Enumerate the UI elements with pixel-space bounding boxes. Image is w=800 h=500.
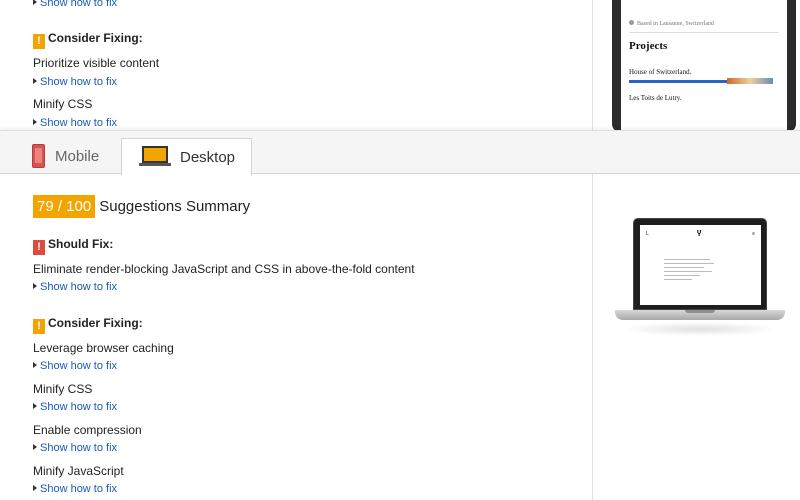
project-thumbnail <box>727 78 773 84</box>
rule-title: Prioritize visible content <box>33 56 160 70</box>
phone-projects-heading: Projects <box>629 40 668 52</box>
consider-fixing-heading: ! Consider Fixing: <box>33 316 143 334</box>
phone-location-text: Based in Lausanne, Switzerland <box>629 20 714 27</box>
laptop-screen: L Ⴤ ≡ <box>640 225 761 305</box>
triangle-right-icon <box>33 0 37 5</box>
tab-desktop-label: Desktop <box>180 149 236 166</box>
phone-project-item: House of Switzerland. <box>629 68 692 76</box>
desktop-suggestions-column: 79 / 100 Suggestions Summary ! Should Fix:… <box>0 174 592 500</box>
site-logo: Ⴤ <box>697 231 702 238</box>
show-how-to-fix-link[interactable]: Show how to fix <box>33 483 117 495</box>
menu-icon: ≡ <box>752 231 755 237</box>
site-nav-glyph: L <box>646 231 649 237</box>
score-badge: 79 / 100 <box>33 195 96 218</box>
location-pin-icon <box>629 20 634 25</box>
tab-desktop[interactable]: Desktop <box>121 138 252 176</box>
suggestions-summary-title: Suggestions Summary <box>99 198 251 215</box>
device-tab-bar: Mobile Desktop <box>0 130 800 176</box>
show-how-to-fix-link[interactable]: Show how to fix <box>33 0 117 9</box>
triangle-right-icon <box>33 119 37 125</box>
score-summary: 79 / 100 Suggestions Summary <box>33 195 250 218</box>
rule-title: Eliminate render-blocking JavaScript and… <box>33 262 415 276</box>
show-how-to-fix-link[interactable]: Show how to fix <box>33 442 117 454</box>
show-how-to-fix-link[interactable]: Show how to fix <box>33 360 117 372</box>
laptop-icon <box>139 146 171 168</box>
tab-mobile-label: Mobile <box>55 148 100 165</box>
error-icon: ! <box>33 240 45 255</box>
triangle-right-icon <box>33 362 37 368</box>
rule-title: Minify CSS <box>33 382 93 396</box>
laptop-lid: L Ⴤ ≡ <box>633 218 767 310</box>
warning-icon: ! <box>33 319 45 334</box>
phone-preview: Based in Lausanne, Switzerland Projects … <box>612 0 796 130</box>
phone-project-item: Les Toits de Lutry. <box>629 94 682 102</box>
mobile-suggestions-column: Show how to fix ! Consider Fixing: Priori… <box>0 0 592 130</box>
show-how-to-fix-link[interactable]: Show how to fix <box>33 76 117 88</box>
mobile-results-section: Show how to fix ! Consider Fixing: Priori… <box>0 0 800 130</box>
triangle-right-icon <box>33 403 37 409</box>
should-fix-heading: ! Should Fix: <box>33 237 113 255</box>
triangle-right-icon <box>33 485 37 491</box>
mobile-phone-icon <box>32 144 45 168</box>
tab-mobile[interactable]: Mobile <box>12 138 122 175</box>
rule-title: Leverage browser caching <box>33 341 174 355</box>
rule-title: Enable compression <box>33 423 142 437</box>
show-how-to-fix-link[interactable]: Show how to fix <box>33 281 117 293</box>
triangle-right-icon <box>33 444 37 450</box>
rule-title: Minify JavaScript <box>33 464 124 478</box>
warning-icon: ! <box>33 34 45 49</box>
desktop-results-section: 79 / 100 Suggestions Summary ! Should Fix:… <box>0 174 800 500</box>
show-how-to-fix-link[interactable]: Show how to fix <box>33 401 117 413</box>
phone-screen: Based in Lausanne, Switzerland Projects … <box>621 0 787 130</box>
triangle-right-icon <box>33 283 37 289</box>
divider <box>629 32 779 33</box>
desktop-preview-column: L Ⴤ ≡ <box>592 174 800 500</box>
site-intro-text <box>664 259 716 283</box>
laptop-preview: L Ⴤ ≡ <box>615 218 785 348</box>
triangle-right-icon <box>33 78 37 84</box>
rule-title: Minify CSS <box>33 97 93 111</box>
show-how-to-fix-link[interactable]: Show how to fix <box>33 117 117 129</box>
consider-fixing-heading: ! Consider Fixing: <box>33 31 143 49</box>
